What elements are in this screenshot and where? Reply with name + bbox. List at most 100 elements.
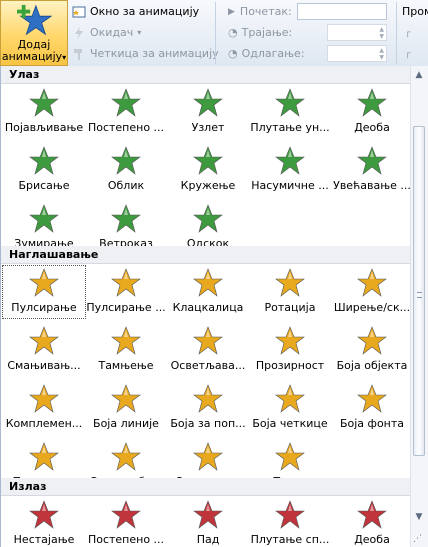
animation-tile-label: Кружење bbox=[180, 179, 236, 192]
animation-tile-label: Нестајање bbox=[13, 533, 75, 546]
animation-gallery: Улаз Појављивање Постепено ... Узлет Плутање… bbox=[0, 66, 428, 547]
animation-tile[interactable]: Плутање сп... bbox=[249, 498, 331, 547]
animation-tile[interactable]: Увећавање ... bbox=[331, 144, 413, 196]
animation-tile[interactable]: Деоба bbox=[331, 498, 413, 547]
emphasis-star-icon bbox=[29, 442, 59, 471]
animation-tile-label: Прозирност bbox=[255, 359, 325, 372]
animation-tile-label: Ширење/ск... bbox=[333, 301, 411, 314]
emphasis-star-icon bbox=[357, 384, 387, 413]
move-later-icon[interactable]: ┌ bbox=[405, 45, 410, 62]
animation-tile[interactable]: Ширење/ск... bbox=[331, 266, 413, 318]
entrance-star-icon bbox=[193, 204, 223, 233]
animation-tile-label: Тамњење bbox=[98, 359, 154, 372]
animation-tile[interactable]: Насумичне ... bbox=[249, 144, 331, 196]
animation-pane-button[interactable]: Окно за анимацију bbox=[72, 3, 199, 20]
gallery-scrollbar[interactable]: ▲ ▼ ⋰ bbox=[410, 66, 428, 547]
animation-tile-label: Облик bbox=[107, 179, 145, 192]
animation-tile-label: Клацкалица bbox=[172, 301, 244, 314]
delay-spinner[interactable]: ▲ ▼ bbox=[327, 45, 387, 62]
delay-group: ◔ Одлагање: bbox=[228, 45, 305, 62]
animation-tile[interactable]: Боја линије bbox=[85, 382, 167, 434]
animation-tile-label: Пад bbox=[196, 533, 220, 546]
animation-tile[interactable]: Облик bbox=[85, 144, 167, 196]
emphasis-star-icon bbox=[275, 326, 305, 355]
animation-tile[interactable]: Клацкалица bbox=[167, 266, 249, 318]
spin-down-icon[interactable]: ▼ bbox=[379, 54, 384, 61]
chevron-down-icon: ▾ bbox=[62, 53, 67, 62]
entrance-star-icon bbox=[111, 146, 141, 175]
animation-tile[interactable]: Комплемен... bbox=[3, 382, 85, 434]
animation-tile[interactable]: Смањивањ... bbox=[3, 324, 85, 376]
emphasis-star-icon bbox=[111, 268, 141, 297]
animation-tile-label: Увећавање ... bbox=[333, 179, 411, 192]
animation-tile[interactable]: Пулсирање bbox=[2, 265, 86, 319]
animation-tile[interactable]: Боја четкице bbox=[249, 382, 331, 434]
animation-tile[interactable]: Прозирност bbox=[249, 324, 331, 376]
animation-painter-button[interactable]: Четкица за анимацију bbox=[72, 45, 219, 62]
emphasis-star-icon bbox=[275, 384, 305, 413]
animation-tile-label: Појављивање bbox=[4, 121, 84, 134]
emphasis-star-icon bbox=[275, 442, 305, 471]
animation-tile[interactable]: Осветљава... bbox=[167, 324, 249, 376]
scroll-up-icon[interactable]: ▲ bbox=[413, 69, 425, 81]
animation-tile-label: Пулсирање bbox=[11, 301, 77, 314]
add-animation-label-2: анимацију bbox=[1, 50, 63, 63]
animation-painter-label: Четкица за анимацију bbox=[90, 47, 219, 60]
entrance-star-icon bbox=[357, 88, 387, 117]
animation-tile-label: Комплемен... bbox=[5, 417, 83, 430]
animation-tile[interactable]: Нестајање bbox=[3, 498, 85, 547]
animation-tile[interactable]: Пад bbox=[167, 498, 249, 547]
move-earlier-icon[interactable]: ┌ bbox=[405, 24, 410, 41]
animation-pane-label: Окно за анимацију bbox=[90, 5, 200, 18]
animation-tile[interactable]: Постепено ... bbox=[85, 498, 167, 547]
start-dropdown[interactable] bbox=[297, 3, 387, 20]
duration-label: Трајање: bbox=[241, 26, 293, 39]
animation-tile-label: Деоба bbox=[354, 121, 390, 134]
animation-tile-label: Брисање bbox=[18, 179, 70, 192]
spin-down-icon[interactable]: ▼ bbox=[379, 33, 384, 40]
entrance-star-icon bbox=[29, 88, 59, 117]
emphasis-star-icon bbox=[29, 326, 59, 355]
duration-spinner[interactable]: ▲ ▼ bbox=[327, 24, 387, 41]
animation-tile[interactable]: Ротација bbox=[249, 266, 331, 318]
clock-icon: ◔ bbox=[228, 47, 238, 60]
animation-tile[interactable]: Узлет bbox=[167, 86, 249, 138]
ribbon-divider bbox=[215, 2, 216, 64]
paintbrush-icon bbox=[74, 48, 82, 60]
ribbon-divider bbox=[396, 2, 397, 64]
reorder-label: Пром bbox=[402, 5, 428, 18]
animation-tile-label: Пулсирање ... bbox=[86, 301, 166, 314]
emphasis-star-icon bbox=[111, 442, 141, 471]
emphasis-star-icon bbox=[111, 384, 141, 413]
spin-up-icon[interactable]: ▲ bbox=[379, 26, 384, 33]
exit-star-icon bbox=[111, 500, 141, 529]
exit-star-icon bbox=[357, 500, 387, 529]
animation-tile[interactable]: Брисање bbox=[3, 144, 85, 196]
section-header: Наглашавање bbox=[1, 246, 410, 264]
add-animation-button[interactable]: Додај анимацију▾ bbox=[0, 0, 68, 66]
animation-tile[interactable]: Боја објекта bbox=[331, 324, 413, 376]
animation-tile[interactable]: Кружење bbox=[167, 144, 249, 196]
trigger-button[interactable]: Окидач ▾ bbox=[72, 24, 141, 41]
animation-tile-label: Смањивањ... bbox=[7, 359, 81, 372]
animation-tile[interactable]: Плутање ун... bbox=[249, 86, 331, 138]
emphasis-star-icon bbox=[193, 384, 223, 413]
emphasis-star-icon bbox=[193, 442, 223, 471]
animation-tile[interactable]: Пулсирање ... bbox=[85, 266, 167, 318]
animation-tile[interactable]: Боја за поп... bbox=[167, 382, 249, 434]
animation-tile[interactable]: Деоба bbox=[331, 86, 413, 138]
animation-tile[interactable]: Боја фонта bbox=[331, 382, 413, 434]
add-animation-icon bbox=[17, 4, 53, 36]
animation-tile-label: Боја линије bbox=[93, 417, 159, 430]
scroll-down-icon[interactable]: ▼ bbox=[413, 511, 425, 523]
animation-tile[interactable]: Појављивање bbox=[3, 86, 85, 138]
animation-tile-label: Деоба bbox=[354, 533, 390, 546]
animation-tile[interactable]: Тамњење bbox=[85, 324, 167, 376]
entrance-star-icon bbox=[111, 88, 141, 117]
resize-grip-icon[interactable]: ⋰ bbox=[413, 533, 425, 545]
spin-up-icon[interactable]: ▲ bbox=[379, 47, 384, 54]
scroll-thumb[interactable] bbox=[413, 126, 425, 456]
play-icon: ▶ bbox=[228, 6, 235, 17]
animation-tile-label: Насумичне ... bbox=[251, 179, 329, 192]
animation-tile[interactable]: Постепено ... bbox=[85, 86, 167, 138]
